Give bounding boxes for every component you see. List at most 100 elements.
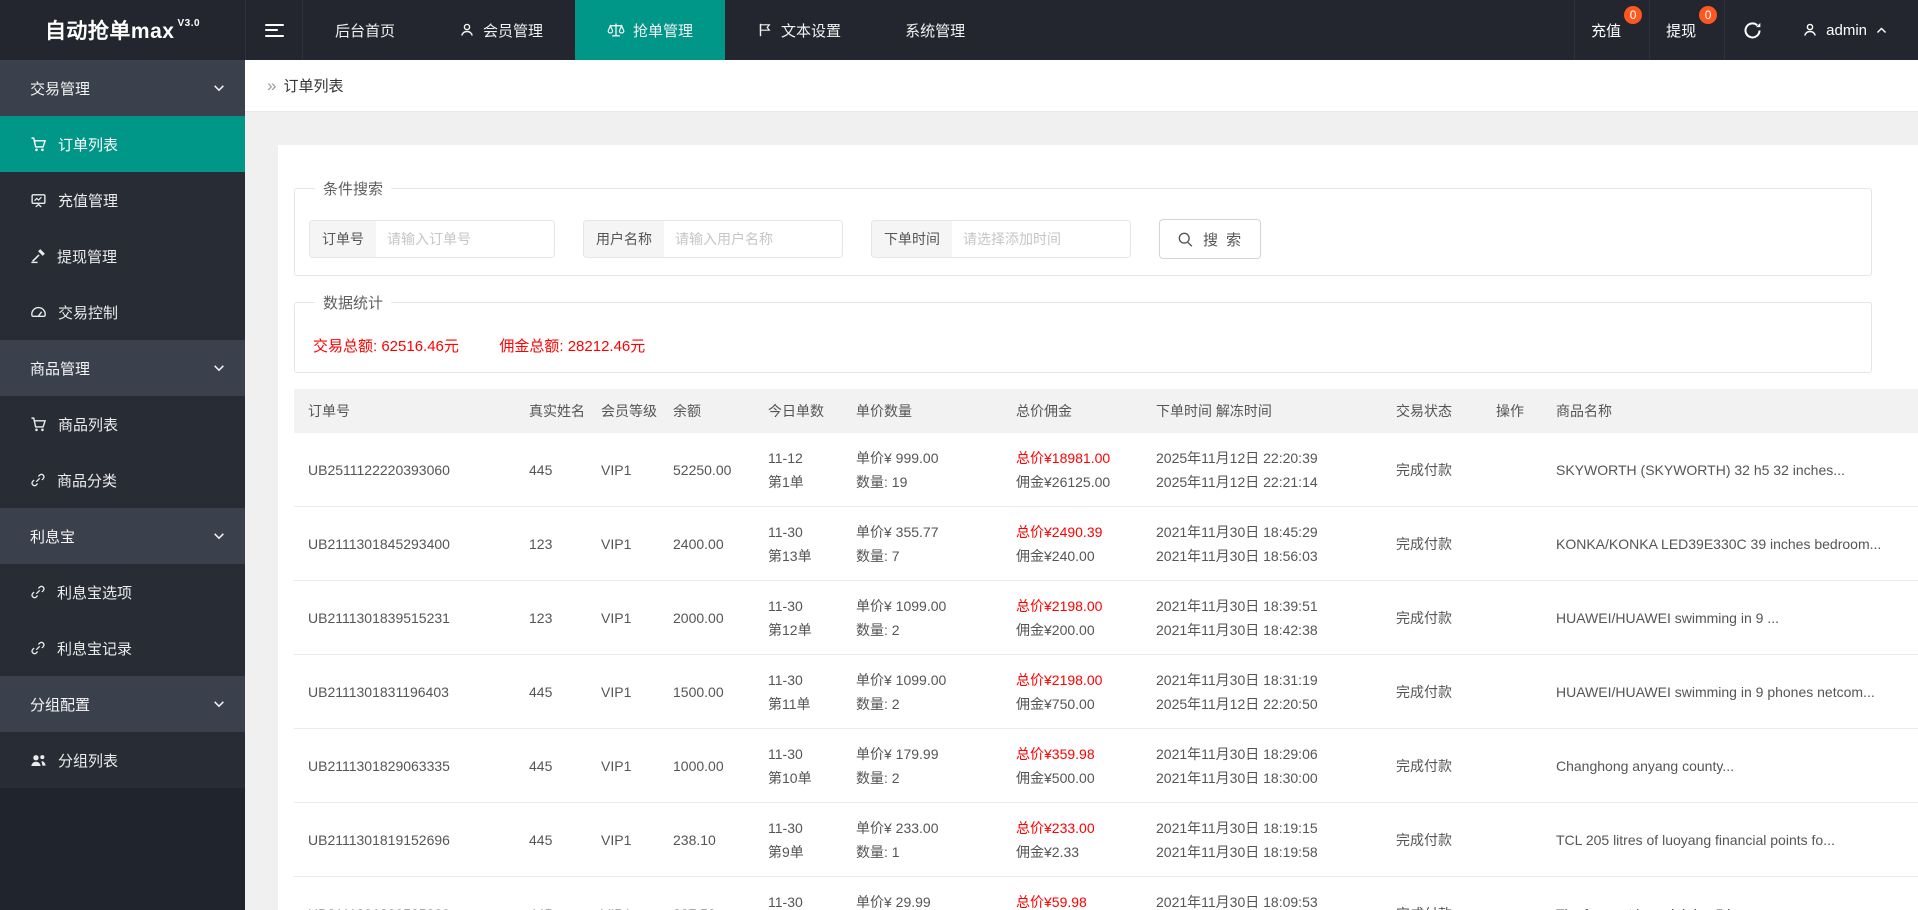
cell-real-name: 445 xyxy=(529,906,601,910)
sidebar-item-label: 分组配置 xyxy=(30,696,91,714)
app-title: 自动抢单max xyxy=(44,20,175,43)
cell-total-commission: 总价¥2198.00 佣金¥200.00 xyxy=(1016,597,1103,638)
nav-item-1[interactable]: 会员管理 xyxy=(427,0,575,60)
cell-real-name: 445 xyxy=(529,831,553,848)
search-input-0[interactable] xyxy=(376,221,554,257)
column-header-0: 订单号 xyxy=(308,403,350,419)
cell-order-no: UB2511122220393060 xyxy=(308,461,450,478)
cell-real-name: 445 xyxy=(529,757,553,774)
cell-times: 2021年11月30日 18:19:15 2021年11月30日 18:19:58 xyxy=(1156,819,1318,860)
cell-order-no: UB2111301831196403 xyxy=(308,683,449,700)
cell-times: 2021年11月30日 18:31:19 2025年11月12日 22:20:50 xyxy=(1156,671,1318,712)
cell-price-qty: 单价¥ 179.99 数量: 2 xyxy=(856,745,939,786)
chevron-down-icon xyxy=(212,81,226,95)
table-row: UB2111301809535809445VIP1237.5011-30第8单 单… xyxy=(294,877,1918,910)
nav-item-4[interactable]: 系统管理 xyxy=(873,0,997,60)
search-button[interactable]: 搜 索 xyxy=(1159,219,1262,259)
sidebar-item-10[interactable]: 利息宝记录 xyxy=(0,620,245,676)
content-area: 条件搜索 订单号 用户名称 下单时间 搜 索 数据统计 交易总额: 62516.46… xyxy=(245,112,1918,910)
cell-member-level: VIP1 xyxy=(601,757,632,774)
sidebar-item-2[interactable]: 充值管理 xyxy=(0,172,245,228)
search-input-1[interactable] xyxy=(664,221,842,257)
cell-member-level: VIP1 xyxy=(601,683,632,700)
user-icon xyxy=(1802,22,1818,38)
cell-total-commission: 总价¥59.98佣金¥0.60 xyxy=(1016,893,1087,910)
sidebar-item-label: 商品分类 xyxy=(57,472,118,490)
cart-icon xyxy=(30,136,47,153)
user-menu[interactable]: admin xyxy=(1780,0,1910,60)
cell-balance: 1000.00 xyxy=(673,757,724,774)
search-field-label: 订单号 xyxy=(310,221,376,257)
nav-item-label: 抢单管理 xyxy=(633,22,694,40)
nav-item-0[interactable]: 后台首页 xyxy=(303,0,427,60)
column-header-7: 下单时间 解冻时间 xyxy=(1156,403,1272,419)
nav-item-label: 后台首页 xyxy=(335,22,396,40)
count-badge: 0 xyxy=(1624,6,1643,24)
sidebar-item-9[interactable]: 利息宝选项 xyxy=(0,564,245,620)
nav-item-label: 文本设置 xyxy=(781,22,842,40)
gauge-icon xyxy=(30,304,47,321)
cell-times: 2021年11月30日 18:39:51 2021年11月30日 18:42:38 xyxy=(1156,597,1318,638)
sidebar-item-1[interactable]: 订单列表 xyxy=(0,116,245,172)
cell-price-qty: 单价¥ 1099.00 数量: 2 xyxy=(856,597,947,638)
page-title: 订单列表 xyxy=(283,78,344,95)
recharge-button[interactable]: 充值 0 xyxy=(1574,0,1649,60)
app-version: V3.0 xyxy=(177,17,201,29)
sidebar-item-label: 订单列表 xyxy=(58,136,119,154)
sidebar-item-7[interactable]: 商品分类 xyxy=(0,452,245,508)
sidebar-item-label: 交易管理 xyxy=(30,80,91,98)
sidebar-item-12[interactable]: 分组列表 xyxy=(0,732,245,788)
main-panel: 条件搜索 订单号 用户名称 下单时间 搜 索 数据统计 交易总额: 62516.46… xyxy=(278,145,1918,910)
cell-order-no: UB2111301845293400 xyxy=(308,535,450,552)
search-input-2[interactable] xyxy=(952,221,1130,257)
search-field-group-0: 订单号 xyxy=(309,220,555,258)
cell-times: 2021年11月30日 18:09:532021年11月30日 18:10:36 xyxy=(1156,893,1318,910)
hamburger-icon xyxy=(264,23,284,37)
cell-status: 完成付款 xyxy=(1396,683,1452,700)
search-field-label: 下单时间 xyxy=(872,221,952,257)
sidebar-item-label: 利息宝 xyxy=(30,528,76,546)
refresh-icon xyxy=(1743,21,1762,40)
cell-member-level: VIP1 xyxy=(601,906,673,910)
cell-product-name: HUAWEI/HUAWEI swimming in 9 phones netco… xyxy=(1556,683,1875,700)
cell-price-qty: 单价¥ 1099.00 数量: 2 xyxy=(856,671,947,712)
sidebar-item-6[interactable]: 商品列表 xyxy=(0,396,245,452)
cell-status: 完成付款 xyxy=(1396,757,1452,774)
nav-item-label: 会员管理 xyxy=(483,22,544,40)
cell-real-name: 445 xyxy=(529,683,553,700)
column-header-3: 余额 xyxy=(673,403,701,419)
search-row: 订单号 用户名称 下单时间 搜 索 xyxy=(309,219,1857,259)
users-icon xyxy=(30,752,47,769)
cell-order-no: UB2111301829063335 xyxy=(308,757,450,774)
link-icon xyxy=(30,472,46,488)
nav-item-2[interactable]: 抢单管理 xyxy=(575,0,726,60)
navbar-right: 充值 0 提现 0 admin xyxy=(1574,0,1918,60)
cell-order-no: UB2111301809535809 xyxy=(294,906,529,910)
table-row: UB2111301839515231 123 VIP1 2000.00 11-30 第12… xyxy=(294,581,1918,655)
nav-item-3[interactable]: 文本设置 xyxy=(725,0,873,60)
cell-balance: 2000.00 xyxy=(673,609,724,626)
sidebar-item-11[interactable]: 分组配置 xyxy=(0,676,245,732)
cell-member-level: VIP1 xyxy=(601,535,632,552)
cell-status: 完成付款 xyxy=(1396,461,1452,478)
search-fields: 订单号 用户名称 下单时间 xyxy=(309,220,1159,258)
sidebar-item-3[interactable]: 提现管理 xyxy=(0,228,245,284)
chevron-down-icon xyxy=(212,361,226,375)
column-header-2: 会员等级 xyxy=(601,403,657,419)
nav-item-label: 系统管理 xyxy=(905,22,966,40)
sidebar-item-0[interactable]: 交易管理 xyxy=(0,60,245,116)
table-row: UB2111301819152696 445 VIP1 238.10 11-30 第9单 单… xyxy=(294,803,1918,877)
orders-table: 订单号 真实姓名 会员等级 余额 今日单数 单价数量 总价佣金 下单时间 解冻时间 交易状态 操作… xyxy=(294,389,1918,910)
cell-total-commission: 总价¥359.98 佣金¥500.00 xyxy=(1016,745,1095,786)
sidebar-item-label: 商品列表 xyxy=(58,416,119,434)
withdraw-button[interactable]: 提现 0 xyxy=(1649,0,1724,60)
cell-member-level: VIP1 xyxy=(601,609,632,626)
cell-status: 完成付款 xyxy=(1396,904,1496,910)
sidebar-item-label: 商品管理 xyxy=(30,360,91,378)
sidebar-item-4[interactable]: 交易控制 xyxy=(0,284,245,340)
sidebar-item-8[interactable]: 利息宝 xyxy=(0,508,245,564)
sidebar-item-5[interactable]: 商品管理 xyxy=(0,340,245,396)
main-nav: 后台首页 会员管理 抢单管理 文本设置 系统管理 xyxy=(303,0,997,60)
refresh-button[interactable] xyxy=(1724,0,1780,60)
menu-toggle-button[interactable] xyxy=(245,0,303,60)
